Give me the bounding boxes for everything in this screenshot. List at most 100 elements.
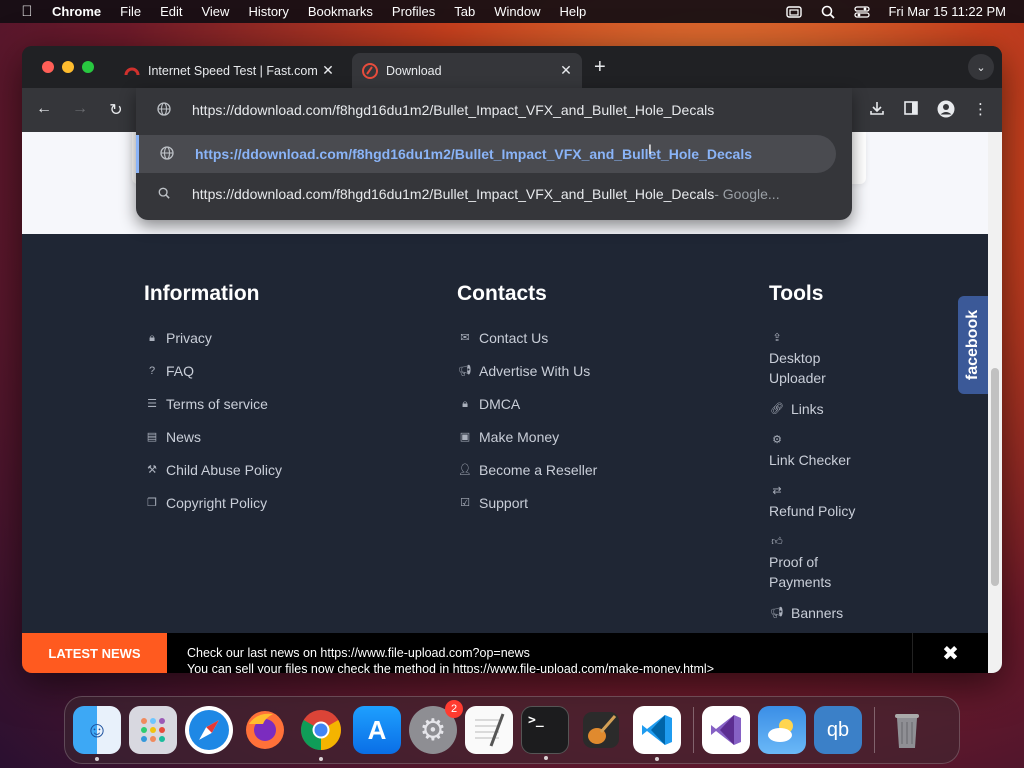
menu-history[interactable]: History	[248, 4, 288, 19]
omnibox-suggestion-url[interactable]: https://ddownload.com/f8hgd16du1m2/Bulle…	[136, 135, 836, 173]
menu-tab[interactable]: Tab	[454, 4, 475, 19]
news-ticker[interactable]: Check our last news on https://www.file-…	[187, 645, 714, 673]
textedit-icon	[475, 713, 505, 747]
menu-edit[interactable]: Edit	[160, 4, 182, 19]
menubar-clock[interactable]: Fri Mar 15 11:22 PM	[888, 4, 1006, 19]
downloads-icon[interactable]	[869, 100, 885, 122]
address-input[interactable]: https://ddownload.com/f8hgd16du1m2/Bulle…	[192, 102, 714, 118]
dock-chrome[interactable]	[297, 706, 345, 761]
footer-link-dmca[interactable]: 🔒︎ DMCA	[457, 394, 597, 414]
dock-terminal[interactable]: >_	[521, 706, 569, 760]
search-icon	[136, 187, 192, 202]
globe-icon	[136, 101, 192, 119]
dock-finder[interactable]: ☺	[73, 706, 121, 761]
footer-link-copyright[interactable]: ❐ Copyright Policy	[144, 493, 282, 513]
close-tab-icon[interactable]: ✕	[556, 62, 576, 79]
dock-system-settings[interactable]: ⚙ 2	[409, 700, 463, 754]
dock-weather[interactable]	[758, 706, 806, 754]
link-label: Make Money	[479, 429, 560, 445]
reload-icon[interactable]: ↻	[106, 100, 126, 120]
window-controls	[42, 61, 94, 73]
link-label: Copyright Policy	[166, 495, 268, 511]
suggestion-text: https://ddownload.com/f8hgd16du1m2/Bulle…	[192, 186, 715, 202]
menu-app-name[interactable]: Chrome	[52, 4, 101, 19]
link-label: Banners	[791, 605, 844, 621]
macos-dock: ☺ A ⚙ 2 >_ qb	[64, 696, 960, 764]
forward-arrow-icon[interactable]: →	[70, 100, 90, 118]
dock-textedit[interactable]	[465, 706, 513, 754]
gear-icon: ⚙	[772, 434, 782, 446]
close-news-button[interactable]: ✖	[912, 633, 988, 673]
footer-link-advertise[interactable]: 📢︎ Advertise With Us	[457, 361, 597, 381]
globe-icon	[139, 145, 195, 163]
dock-app-store[interactable]: A	[353, 706, 401, 754]
menu-profiles[interactable]: Profiles	[392, 4, 435, 19]
footer-link-privacy[interactable]: 🔒︎ Privacy	[144, 328, 282, 348]
footer-link-link-checker[interactable]: ⚙ Link Checker	[769, 430, 869, 470]
footer-link-news[interactable]: ▤ News	[144, 427, 282, 447]
dock-safari[interactable]	[185, 706, 233, 754]
apple-logo-icon[interactable]: 	[18, 3, 36, 20]
newspaper-icon: ▤	[146, 431, 158, 443]
close-window-button[interactable]	[42, 61, 54, 73]
lock-icon: 🔒︎	[149, 332, 155, 344]
dock-firefox[interactable]	[241, 706, 289, 754]
page-scrollbar[interactable]	[988, 132, 1002, 673]
footer-link-support[interactable]: ☑ Support	[457, 493, 597, 513]
zoom-window-button[interactable]	[82, 61, 94, 73]
menu-bookmarks[interactable]: Bookmarks	[308, 4, 373, 19]
link-label: Desktop Uploader	[769, 350, 826, 386]
footer-link-links[interactable]: 🔗︎ Links	[769, 399, 869, 419]
chrome-menu-icon[interactable]: ⋮	[973, 100, 988, 122]
screen-mirroring-icon[interactable]	[786, 5, 803, 18]
link-label: Terms of service	[166, 396, 268, 412]
footer-heading: Information	[144, 282, 260, 305]
footer-link-terms[interactable]: ☰ Terms of service	[144, 394, 282, 414]
footer-link-reseller[interactable]: 👤︎ Become a Reseller	[457, 460, 597, 480]
spotlight-search-icon[interactable]	[820, 5, 836, 19]
dock-qbittorrent[interactable]: qb	[814, 706, 862, 754]
footer-link-child-abuse[interactable]: ⚒ Child Abuse Policy	[144, 460, 282, 480]
menu-help[interactable]: Help	[560, 4, 587, 19]
omnibox-suggestion-search[interactable]: https://ddownload.com/f8hgd16du1m2/Bulle…	[136, 175, 852, 213]
side-panel-icon[interactable]	[903, 100, 919, 122]
dock-launchpad[interactable]	[129, 706, 177, 754]
footer-link-desktop-uploader[interactable]: ⇪ Desktop Uploader	[769, 328, 869, 388]
footer-link-refund[interactable]: ⇄ Refund Policy	[769, 481, 869, 521]
control-center-icon[interactable]	[854, 5, 871, 18]
scrollbar-thumb[interactable]	[991, 368, 999, 586]
dock-vscode[interactable]	[633, 706, 681, 761]
footer-heading: Contacts	[457, 282, 547, 305]
new-tab-icon[interactable]: +	[594, 56, 606, 79]
latest-news-label: LATEST NEWS	[22, 633, 167, 673]
ddownload-favicon-icon	[362, 62, 378, 79]
menu-file[interactable]: File	[120, 4, 141, 19]
link-label: News	[166, 429, 202, 445]
dock-garageband[interactable]	[577, 706, 625, 754]
dock-visual-studio[interactable]	[702, 706, 750, 754]
profile-avatar-icon[interactable]	[937, 100, 955, 122]
tab-download[interactable]: Download ✕	[352, 53, 582, 88]
footer-link-make-money[interactable]: ▣ Make Money	[457, 427, 597, 447]
menu-view[interactable]: View	[201, 4, 229, 19]
dock-trash[interactable]	[883, 706, 931, 754]
link-label: Support	[479, 495, 529, 511]
user-plus-icon: 👤︎	[458, 464, 472, 476]
close-tab-icon[interactable]: ✕	[318, 62, 338, 79]
footer-link-contact-us[interactable]: ✉ Contact Us	[457, 328, 597, 348]
link-label: FAQ	[166, 363, 195, 379]
tab-fast-com[interactable]: Internet Speed Test | Fast.com ✕	[114, 53, 344, 88]
tab-search-chevron-icon[interactable]: ⌄	[968, 54, 994, 80]
facebook-widget-tab[interactable]: facebook	[958, 296, 988, 394]
minimize-window-button[interactable]	[62, 61, 74, 73]
back-arrow-icon[interactable]: ←	[34, 100, 54, 118]
footer-link-faq[interactable]: ? FAQ	[144, 361, 282, 381]
megaphone-icon: 📢︎	[770, 607, 784, 619]
footer-link-proof[interactable]: 👍︎ Proof of Payments	[769, 532, 869, 592]
footer-link-banners[interactable]: 📢︎ Banners	[769, 603, 869, 623]
link-label: Link Checker	[769, 452, 851, 468]
address-bar[interactable]: https://ddownload.com/f8hgd16du1m2/Bulle…	[136, 91, 852, 129]
footer-heading: Tools	[769, 282, 824, 305]
menu-window[interactable]: Window	[494, 4, 540, 19]
copy-icon: ❐	[147, 497, 157, 509]
